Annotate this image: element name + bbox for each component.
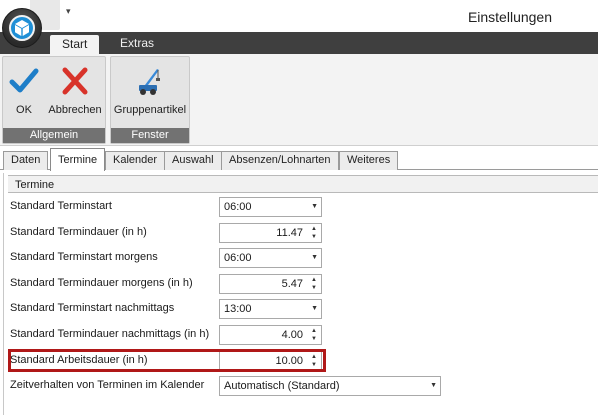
crane-icon [139,69,160,95]
tab-weiteres[interactable]: Weiteres [339,151,399,170]
termindauer-nachmittags-spinner[interactable]: 4.00 ▲ ▼ [219,325,322,345]
ribbon-group-allgemein: OK Abbrechen Allgemein [2,56,106,144]
setting-row: Zeitverhalten von Terminen im Kalender A… [4,372,598,399]
spinner-value: 5.47 [281,278,303,290]
ribbon: OK Abbrechen Allgemein Gruppenartikel Fe… [0,54,598,146]
dropdown-value: Automatisch (Standard) [224,380,340,392]
zeitverhalten-dropdown[interactable]: Automatisch (Standard) ▼ [219,376,441,396]
dropdown-value: 06:00 [224,252,252,264]
setting-label: Standard Arbeitsdauer (in h) [10,354,148,366]
spin-up-icon[interactable]: ▲ [309,225,319,233]
tab-kalender[interactable]: Kalender [105,151,166,170]
setting-row: Standard Terminstart nachmittags 13:00 ▼ [4,295,598,322]
setting-label: Standard Termindauer nachmittags (in h) [10,328,210,340]
gruppenartikel-label: Gruppenartikel [113,104,187,116]
spinner-value: 10.00 [275,355,303,367]
application-menu-button[interactable] [2,8,42,48]
section-header-termine: Termine [8,175,598,193]
standard-arbeitsdauer-spinner[interactable]: 10.00 ▲ ▼ [219,351,322,371]
settings-tabs: Daten Termine Kalender Auswahl Absenzen/… [0,148,598,171]
ribbon-group-label: Fenster [111,128,189,143]
title-bar: ▾ Einstellungen [0,0,598,32]
tab-absenzen-lohnarten[interactable]: Absenzen/Lohnarten [221,151,339,170]
termindauer-morgens-spinner[interactable]: 5.47 ▲ ▼ [219,274,322,294]
window-title: Einstellungen [467,9,552,25]
chevron-down-icon[interactable]: ▼ [311,249,318,267]
setting-label: Standard Terminstart [10,200,112,212]
spin-up-icon[interactable]: ▲ [309,327,319,335]
spinner-value: 11.47 [276,227,303,239]
gruppenartikel-button[interactable]: Gruppenartikel [113,59,187,125]
chevron-down-icon[interactable]: ▼ [311,198,318,216]
spin-up-icon[interactable]: ▲ [309,276,319,284]
spinner-buttons[interactable]: ▲ ▼ [309,225,319,241]
spin-down-icon[interactable]: ▼ [309,335,319,343]
spin-down-icon[interactable]: ▼ [309,284,319,292]
standard-terminstart-dropdown[interactable]: 06:00 ▼ [219,197,322,217]
setting-row: Standard Termindauer morgens (in h) 5.47… [4,270,598,297]
checkmark-icon [9,68,39,93]
setting-label: Standard Terminstart nachmittags [10,302,175,314]
cross-icon [62,67,88,95]
ribbon-tab-strip: Start Extras [0,32,598,55]
spinner-buttons[interactable]: ▲ ▼ [309,327,319,343]
tab-auswahl[interactable]: Auswahl [164,151,222,170]
setting-row: Standard Termindauer (in h) 11.47 ▲ ▼ [4,219,598,246]
spin-up-icon[interactable]: ▲ [309,353,319,361]
terminstart-nachmittags-dropdown[interactable]: 13:00 ▼ [219,299,322,319]
quick-access-dropdown-icon[interactable]: ▾ [66,6,71,17]
setting-row: Standard Terminstart 06:00 ▼ [4,193,598,220]
chevron-down-icon[interactable]: ▼ [430,377,437,395]
terminstart-morgens-dropdown[interactable]: 06:00 ▼ [219,248,322,268]
ok-label: OK [16,104,32,116]
setting-label: Zeitverhalten von Terminen im Kalender [10,379,205,391]
tab-daten[interactable]: Daten [3,151,49,170]
cancel-label: Abbrechen [48,104,102,116]
chevron-down-icon[interactable]: ▼ [311,300,318,318]
spinner-value: 4.00 [281,329,303,341]
dropdown-value: 06:00 [224,201,252,213]
setting-label: Standard Termindauer (in h) [10,226,147,238]
app-logo-icon [9,15,35,41]
spinner-buttons[interactable]: ▲ ▼ [309,276,319,292]
ok-button[interactable]: OK [5,59,43,125]
spin-down-icon[interactable]: ▼ [309,361,319,369]
ribbon-group-label: Allgemein [3,128,105,143]
setting-label: Standard Terminstart morgens [10,251,158,263]
settings-panel: Termine Standard Terminstart 06:00 ▼ Sta… [3,173,598,415]
cancel-button[interactable]: Abbrechen [45,59,105,125]
setting-row: Standard Arbeitsdauer (in h) 10.00 ▲ ▼ [4,347,598,374]
standard-termindauer-spinner[interactable]: 11.47 ▲ ▼ [219,223,322,243]
setting-row: Standard Terminstart morgens 06:00 ▼ [4,244,598,271]
tab-extras[interactable]: Extras [108,32,166,54]
dropdown-value: 13:00 [224,303,252,315]
tab-start[interactable]: Start [50,35,100,55]
spinner-buttons[interactable]: ▲ ▼ [309,353,319,369]
setting-label: Standard Termindauer morgens (in h) [10,277,193,289]
ribbon-group-fenster: Gruppenartikel Fenster [110,56,190,144]
setting-row: Standard Termindauer nachmittags (in h) … [4,321,598,348]
tab-termine[interactable]: Termine [50,148,106,171]
spin-down-icon[interactable]: ▼ [309,233,319,241]
